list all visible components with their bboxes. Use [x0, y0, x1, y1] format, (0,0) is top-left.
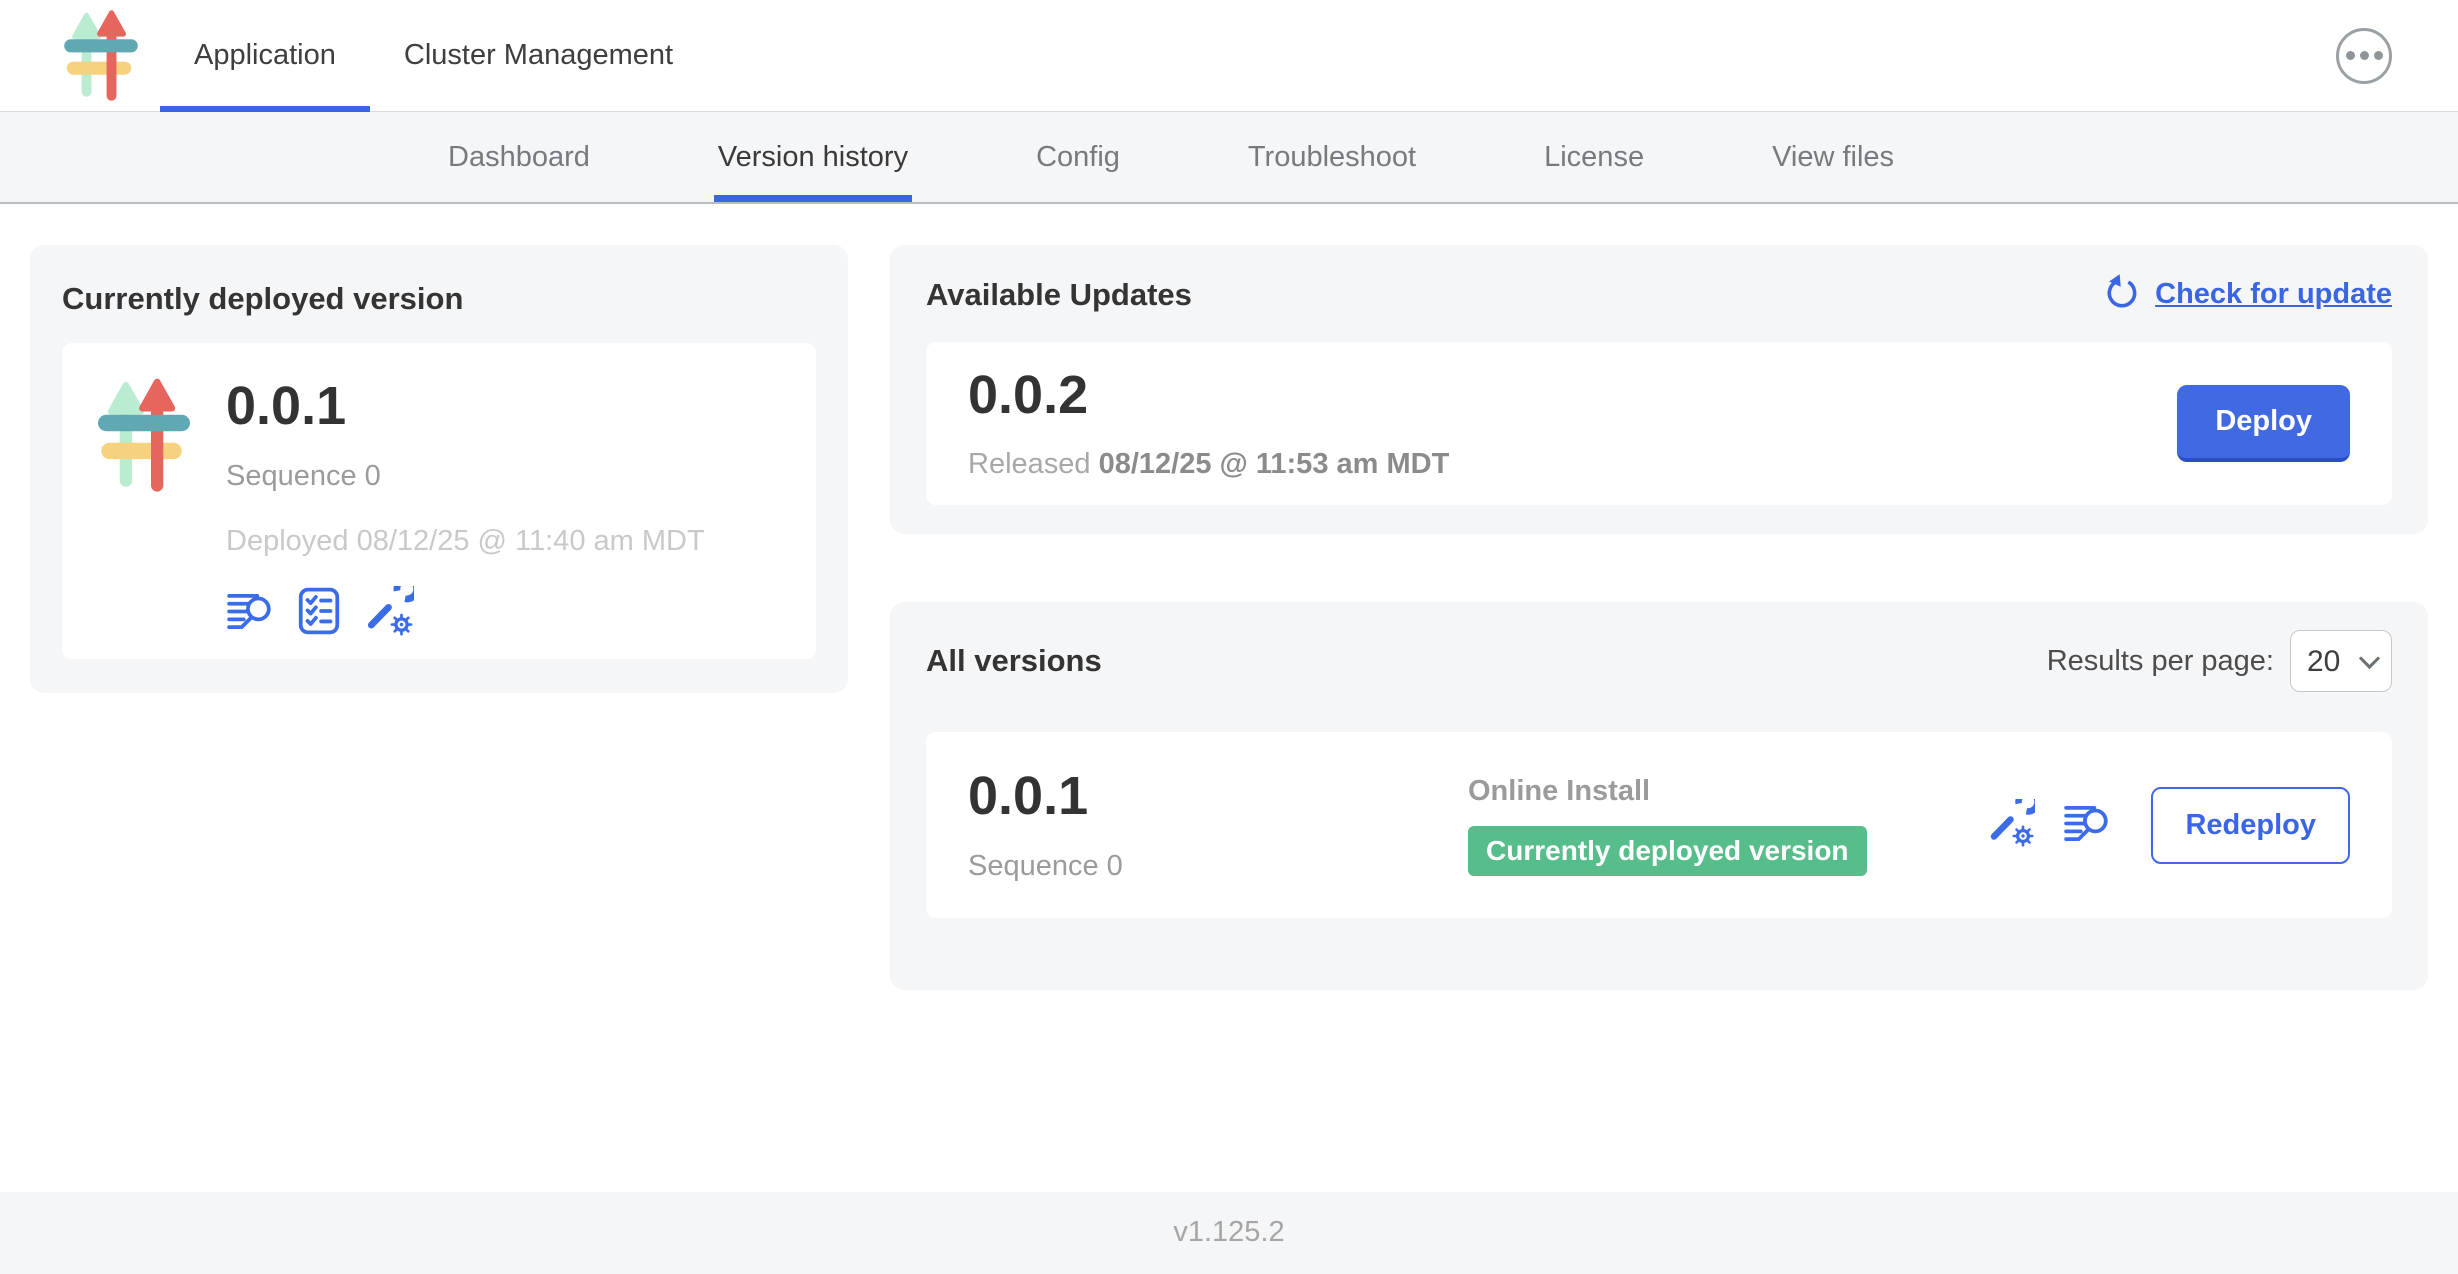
currently-deployed-title: Currently deployed version [62, 281, 816, 317]
row-sequence: Sequence 0 [968, 850, 1468, 883]
deployed-sequence: Sequence 0 [226, 460, 705, 493]
available-update-card: 0.0.2 Released 08/12/25 @ 11:53 am MDT D… [926, 342, 2392, 505]
ellipsis-dot [2360, 51, 2369, 60]
results-per-page-select[interactable]: 20 [2290, 630, 2392, 692]
results-per-page-label: Results per page: [2047, 645, 2274, 678]
released-label: Released [968, 448, 1091, 480]
version-row: 0.0.1 Sequence 0 Online Install Currentl… [926, 732, 2392, 918]
currently-deployed-badge: Currently deployed version [1468, 826, 1867, 876]
subnav-item-view-files[interactable]: View files [1772, 112, 1894, 202]
tab-application[interactable]: Application [160, 0, 370, 111]
row-install-type: Online Install [1468, 775, 1987, 808]
currently-deployed-card: 0.0.1 Sequence 0 Deployed 08/12/25 @ 11:… [62, 343, 816, 659]
tab-cluster-management[interactable]: Cluster Management [370, 0, 707, 111]
preflight-checks-icon[interactable] [298, 587, 340, 640]
main-content: Currently deployed version 0.0.1 Sequenc [0, 204, 2458, 1192]
update-version-number: 0.0.2 [968, 366, 1449, 425]
ellipsis-menu-button[interactable] [2336, 28, 2392, 84]
ellipsis-dot [2374, 51, 2383, 60]
release-notes-icon[interactable] [226, 591, 274, 636]
results-per-page: Results per page: 20 [2047, 630, 2392, 692]
deployed-actions [226, 586, 705, 641]
available-updates-panel: Available Updates Check for update 0.0.2 [890, 245, 2428, 534]
released-date: 08/12/25 @ 11:53 am MDT [1099, 448, 1450, 480]
check-for-update-label: Check for update [2155, 278, 2392, 311]
ellipsis-dot [2346, 51, 2355, 60]
page-footer: v1.125.2 [0, 1192, 2458, 1274]
subnav-item-troubleshoot[interactable]: Troubleshoot [1248, 112, 1416, 202]
console-version: v1.125.2 [1173, 1216, 1284, 1249]
app-header: Application Cluster Management [0, 0, 2458, 112]
all-versions-title: All versions [926, 643, 1102, 679]
currently-deployed-panel: Currently deployed version 0.0.1 Sequenc [30, 245, 848, 693]
app-logo-icon [98, 377, 190, 625]
row-version-number: 0.0.1 [968, 767, 1468, 826]
redeploy-button[interactable]: Redeploy [2151, 787, 2350, 864]
app-logo-icon [64, 9, 138, 106]
subnav-item-license[interactable]: License [1544, 112, 1644, 202]
row-actions: Redeploy [1987, 787, 2350, 864]
right-column: Available Updates Check for update 0.0.2 [890, 245, 2428, 990]
update-released-timestamp: Released 08/12/25 @ 11:53 am MDT [968, 448, 1449, 481]
subnav-item-dashboard[interactable]: Dashboard [448, 112, 590, 202]
results-per-page-select-wrap: 20 [2290, 630, 2392, 692]
refresh-icon [2103, 273, 2141, 316]
available-updates-title: Available Updates [926, 277, 1192, 313]
app-subnav: Dashboard Version history Config Trouble… [0, 112, 2458, 204]
all-versions-panel: All versions Results per page: 20 0.0.1 … [890, 602, 2428, 990]
check-for-update-link[interactable]: Check for update [2103, 273, 2392, 316]
release-notes-icon[interactable] [2063, 803, 2111, 848]
deployed-version-number: 0.0.1 [226, 377, 705, 436]
edit-config-icon[interactable] [364, 586, 414, 641]
deploy-button[interactable]: Deploy [2177, 385, 2350, 462]
deployed-timestamp: Deployed 08/12/25 @ 11:40 am MDT [226, 525, 705, 558]
edit-config-icon[interactable] [1987, 799, 2035, 852]
subnav-item-version-history[interactable]: Version history [718, 112, 908, 202]
subnav-item-config[interactable]: Config [1036, 112, 1120, 202]
